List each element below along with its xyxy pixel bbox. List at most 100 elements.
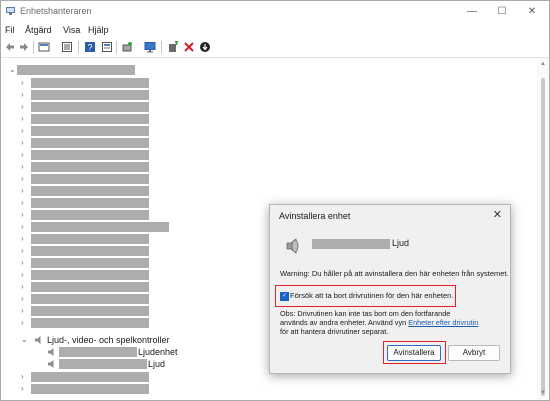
remove-driver-label[interactable]: Försök att ta bort drivrutinen för den h… — [290, 291, 453, 300]
chevron-right-icon[interactable]: › — [21, 294, 24, 304]
device-label: Ljudenhet — [138, 347, 178, 357]
redacted-category — [31, 186, 149, 196]
remove-driver-checkbox[interactable]: ✓ — [280, 292, 289, 301]
menu-file[interactable]: Fil — [5, 25, 15, 35]
redacted-category — [31, 318, 149, 328]
list-icon[interactable] — [61, 41, 73, 53]
chevron-right-icon[interactable]: › — [21, 114, 24, 124]
tree-category[interactable]: › — [1, 149, 521, 161]
chevron-right-icon[interactable]: › — [21, 222, 24, 232]
chevron-right-icon[interactable]: › — [21, 234, 24, 244]
toolbar: ? — [1, 38, 549, 58]
help-icon[interactable]: ? — [84, 41, 96, 53]
tree-category[interactable]: › — [1, 383, 521, 395]
chevron-right-icon[interactable]: › — [21, 138, 24, 148]
chevron-right-icon[interactable]: › — [21, 162, 24, 172]
chevron-right-icon[interactable]: › — [21, 150, 24, 160]
scroll-thumb[interactable] — [541, 78, 545, 396]
tree-root[interactable]: ⌄ — [1, 64, 521, 76]
dialog-close-button[interactable]: ✕ — [493, 208, 502, 221]
computer-properties-icon[interactable] — [38, 41, 50, 53]
toolbar-separator — [161, 41, 162, 54]
devices-by-driver-link[interactable]: Enheter efter drivrutin — [408, 318, 478, 327]
scan-hardware-icon[interactable] — [121, 41, 133, 53]
chevron-right-icon[interactable]: › — [21, 384, 24, 394]
redacted-device-name — [312, 239, 390, 249]
redacted-device-name — [59, 347, 137, 357]
redacted-category — [31, 78, 149, 88]
chevron-right-icon[interactable]: › — [21, 258, 24, 268]
redacted-category — [31, 234, 149, 244]
update-driver-icon[interactable] — [199, 41, 211, 53]
menu-action[interactable]: Åtgärd — [25, 25, 52, 35]
speaker-device-icon — [286, 238, 299, 254]
note-line-1: Obs: Drivrutinen kan inte tas bort om de… — [280, 309, 451, 318]
chevron-down-icon[interactable]: ⌄ — [21, 335, 28, 345]
chevron-right-icon[interactable]: › — [21, 372, 24, 382]
redacted-device-name — [59, 359, 147, 369]
add-driver-icon[interactable] — [167, 41, 179, 53]
menu-bar: Fil Åtgärd Visa Hjälp — [1, 23, 549, 38]
tree-category[interactable]: › — [1, 137, 521, 149]
redacted-category — [31, 384, 149, 394]
tree-category[interactable]: › — [1, 185, 521, 197]
redacted-category — [31, 102, 149, 112]
chevron-right-icon[interactable]: › — [21, 78, 24, 88]
redacted-category — [31, 162, 149, 172]
scroll-up-icon[interactable]: ▲ — [540, 61, 546, 67]
tree-category[interactable]: › — [1, 125, 521, 137]
chevron-right-icon[interactable]: › — [21, 102, 24, 112]
tree-category[interactable]: › — [1, 101, 521, 113]
redacted-category — [31, 126, 149, 136]
cancel-button[interactable]: Avbryt — [448, 345, 500, 361]
redacted-computer-name — [17, 65, 135, 75]
chevron-right-icon[interactable]: › — [21, 198, 24, 208]
redacted-category — [31, 150, 149, 160]
device-label: Ljud — [148, 359, 166, 369]
chevron-right-icon[interactable]: › — [21, 282, 24, 292]
device-name-suffix: Ljud — [392, 238, 410, 248]
chevron-right-icon[interactable]: › — [21, 306, 24, 316]
svg-text:?: ? — [87, 43, 92, 53]
menu-help[interactable]: Hjälp — [88, 25, 109, 35]
chevron-right-icon[interactable]: › — [21, 246, 24, 256]
scroll-down-icon[interactable]: ▼ — [540, 390, 546, 396]
vertical-scrollbar[interactable]: ▲ ▼ — [537, 58, 549, 400]
monitor-icon[interactable] — [144, 41, 156, 53]
redacted-category — [31, 246, 149, 256]
tree-category[interactable]: › — [1, 161, 521, 173]
warning-text: Warning: Du håller på att avinstallera d… — [280, 269, 509, 278]
tree-category[interactable]: › — [1, 89, 521, 101]
device-manager-app-icon — [6, 7, 15, 15]
chevron-right-icon[interactable]: › — [21, 126, 24, 136]
chevron-down-icon[interactable]: ⌄ — [9, 65, 16, 75]
properties-icon[interactable] — [101, 41, 113, 53]
speaker-icon — [35, 336, 41, 344]
uninstall-icon[interactable] — [183, 41, 195, 53]
tree-category[interactable]: › — [1, 113, 521, 125]
redacted-category — [31, 270, 149, 280]
chevron-right-icon[interactable]: › — [21, 210, 24, 220]
back-icon[interactable] — [4, 41, 16, 53]
uninstall-button[interactable]: Avinstallera — [387, 345, 441, 361]
maximize-button[interactable]: ☐ — [487, 1, 517, 23]
chevron-right-icon[interactable]: › — [21, 318, 24, 328]
chevron-right-icon[interactable]: › — [21, 186, 24, 196]
speaker-icon — [48, 360, 54, 368]
tree-category[interactable]: › — [1, 173, 521, 185]
chevron-right-icon[interactable]: › — [21, 174, 24, 184]
minimize-button[interactable]: — — [457, 1, 487, 23]
redacted-category — [31, 306, 149, 316]
dialog-title: Avinstallera enhet — [279, 211, 351, 221]
forward-icon[interactable] — [18, 41, 30, 53]
redacted-category — [31, 222, 169, 232]
close-button[interactable]: ✕ — [517, 1, 547, 23]
toolbar-separator — [33, 41, 34, 54]
chevron-right-icon[interactable]: › — [21, 270, 24, 280]
note-text: Obs: Drivrutinen kan inte tas bort om de… — [280, 309, 505, 336]
menu-view[interactable]: Visa — [63, 25, 80, 35]
device-manager-window: Enhetshanteraren — ☐ ✕ Fil Åtgärd Visa H… — [0, 0, 550, 401]
tree-category[interactable]: › — [1, 77, 521, 89]
chevron-right-icon[interactable]: › — [21, 90, 24, 100]
redacted-category — [31, 294, 149, 304]
